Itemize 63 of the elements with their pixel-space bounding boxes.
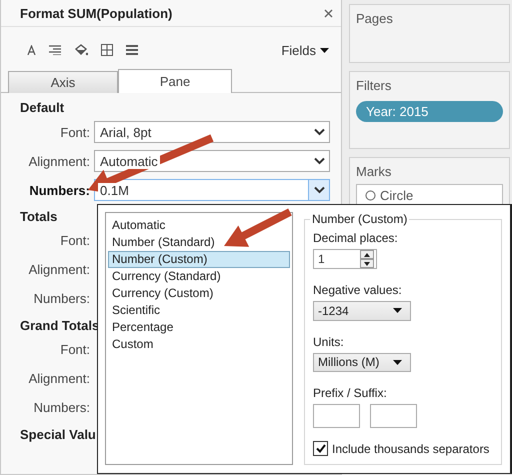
field-label: Numbers:	[32, 400, 90, 415]
field-label: Font:	[59, 233, 90, 248]
section-heading: Default	[20, 100, 64, 115]
format-option[interactable]: Percentage	[108, 319, 290, 336]
font-icon[interactable]	[27, 45, 36, 55]
tab[interactable]: Pane	[118, 69, 232, 93]
dropdown-field[interactable]: 0.1M	[94, 179, 330, 201]
borders-icon[interactable]	[101, 44, 113, 56]
lines-icon[interactable]	[126, 45, 138, 55]
negative-values-select[interactable]: -1234	[313, 301, 411, 320]
field-label: Negative values:	[313, 283, 403, 297]
checkbox[interactable]	[313, 441, 328, 456]
format-option[interactable]: Number (Custom)	[108, 251, 290, 268]
field-value: Automatic	[98, 154, 160, 168]
field-label: Numbers:	[32, 291, 90, 306]
section-heading: Special Valu	[20, 427, 96, 442]
format-option[interactable]: Automatic	[108, 217, 290, 234]
field-label: Alignment:	[28, 262, 90, 277]
section-heading: Totals	[20, 209, 58, 224]
format-option[interactable]: Number (Standard)	[108, 234, 290, 251]
format-option[interactable]: Scientific	[108, 302, 290, 319]
dropdown-field[interactable]: Automatic	[94, 150, 330, 172]
format-option[interactable]: Currency (Custom)	[108, 285, 290, 302]
field-label: Prefix / Suffix:	[313, 386, 388, 400]
field-label: Font:	[59, 342, 90, 357]
up-icon[interactable]	[364, 252, 370, 256]
shelf-title: Filters	[356, 78, 392, 93]
chevron-down-icon	[314, 186, 324, 194]
prefix-field[interactable]	[313, 404, 360, 428]
annotation-arrow	[224, 208, 292, 247]
checkbox-label: Include thousands separators	[332, 442, 490, 456]
tab[interactable]: Axis	[8, 71, 118, 93]
shelf-title: Marks	[356, 164, 392, 179]
caret-down-icon	[393, 308, 402, 314]
field-label: Units:	[313, 334, 345, 348]
align-icon[interactable]	[49, 45, 61, 55]
group-title: Number (Custom)	[311, 212, 408, 226]
panel-title: Format SUM(Population)	[20, 6, 172, 20]
field-value: Arial, 8pt	[98, 124, 154, 140]
dropdown-field[interactable]: Arial, 8pt	[94, 121, 330, 143]
format-option[interactable]: Custom	[108, 336, 290, 353]
close-icon[interactable]	[324, 8, 333, 18]
units-select[interactable]: Millions (M)	[313, 352, 411, 372]
shelf-title: Pages	[356, 11, 394, 26]
field-label: Numbers:	[28, 182, 90, 198]
mark-type-dropdown[interactable]: Circle	[356, 184, 503, 206]
caret-down-icon	[320, 48, 329, 52]
format-option[interactable]: Currency (Standard)	[108, 268, 290, 285]
down-icon[interactable]	[364, 262, 370, 266]
circle-icon	[365, 190, 376, 200]
field-label: Alignment:	[28, 371, 90, 386]
chevron-down-icon	[314, 128, 324, 136]
fields-menu[interactable]: Fields	[281, 42, 329, 58]
field-label: Font:	[59, 124, 90, 140]
chevron-down-icon	[314, 157, 324, 165]
suffix-field[interactable]	[370, 404, 417, 428]
field-label: Decimal places:	[313, 231, 399, 245]
section-heading: Grand Totals	[20, 318, 100, 333]
field-label: Alignment:	[28, 154, 90, 168]
decimal-spinner[interactable]: 1	[313, 249, 377, 269]
paint-bucket-icon[interactable]	[74, 44, 88, 56]
field-value: 0.1M	[98, 182, 131, 198]
caret-down-icon	[393, 360, 402, 365]
